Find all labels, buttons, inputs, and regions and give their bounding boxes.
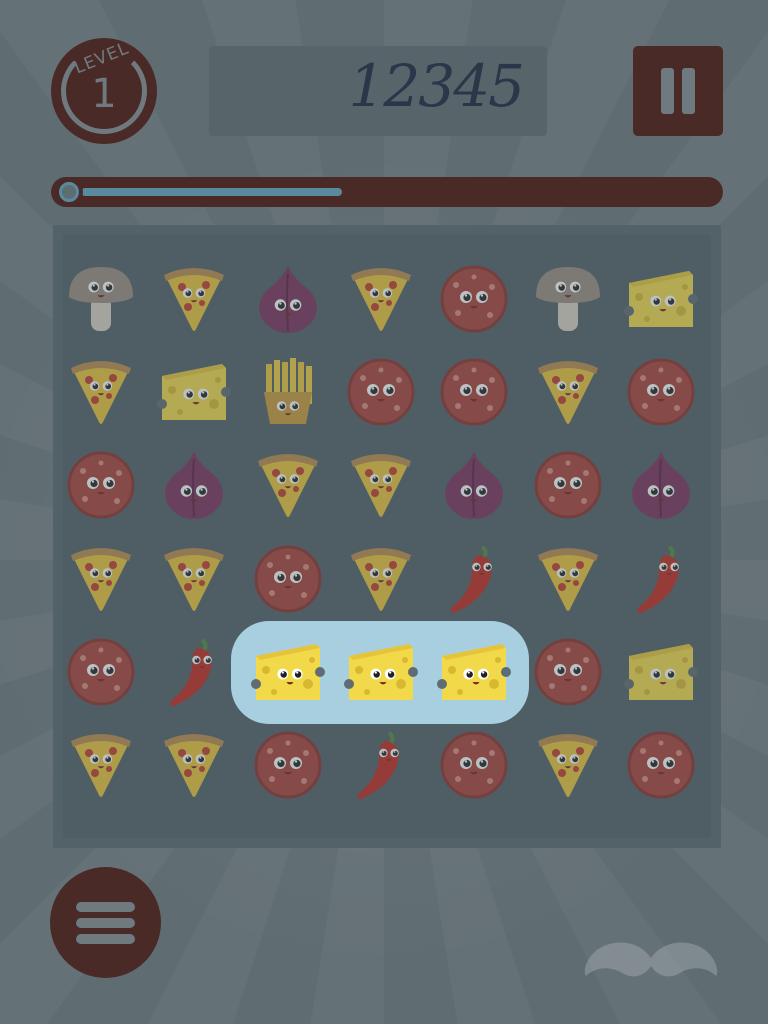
salami-tile[interactable] — [241, 532, 334, 625]
chili-tile[interactable] — [427, 532, 520, 625]
mushroom-tile[interactable] — [521, 252, 614, 345]
salami-tile[interactable] — [614, 718, 707, 811]
salami-icon — [534, 638, 601, 705]
salami-tile[interactable] — [427, 252, 520, 345]
cheese-tile[interactable] — [241, 625, 334, 718]
pizza-icon — [70, 547, 131, 611]
mushroom-icon — [68, 266, 133, 331]
pizza-tile[interactable] — [521, 532, 614, 625]
pizza-tile[interactable] — [54, 718, 147, 811]
fries-tile[interactable] — [241, 345, 334, 438]
cheese-tile[interactable] — [614, 625, 707, 718]
chili-icon — [636, 544, 679, 613]
chili-tile[interactable] — [147, 625, 240, 718]
pizza-icon — [537, 360, 598, 424]
salami-icon — [627, 731, 694, 798]
pizza-icon — [350, 267, 411, 331]
pizza-icon — [350, 547, 411, 611]
salami-tile[interactable] — [427, 718, 520, 811]
salami-tile[interactable] — [427, 345, 520, 438]
progress-fill — [81, 188, 342, 196]
cheese-tile[interactable] — [614, 252, 707, 345]
score-value: 12345 — [348, 52, 525, 120]
progress-knob — [55, 178, 83, 206]
salami-tile[interactable] — [54, 625, 147, 718]
onion-tile[interactable] — [147, 438, 240, 531]
salami-icon — [440, 731, 507, 798]
pizza-tile[interactable] — [334, 532, 427, 625]
cheese-icon — [250, 643, 325, 700]
salami-icon — [67, 638, 134, 705]
chili-tile[interactable] — [334, 718, 427, 811]
pizza-icon — [70, 733, 131, 797]
cheese-tile[interactable] — [147, 345, 240, 438]
menu-button[interactable] — [50, 867, 161, 978]
salami-tile[interactable] — [521, 438, 614, 531]
onion-tile[interactable] — [241, 252, 334, 345]
salami-icon — [254, 731, 321, 798]
fries-icon — [263, 357, 312, 424]
mushroom-tile[interactable] — [54, 252, 147, 345]
pizza-icon — [537, 733, 598, 797]
onion-tile[interactable] — [614, 438, 707, 531]
salami-icon — [440, 358, 507, 425]
pizza-icon — [257, 453, 318, 517]
salami-icon — [440, 265, 507, 332]
cheese-icon — [156, 363, 231, 420]
salami-tile[interactable] — [521, 625, 614, 718]
salami-icon — [534, 451, 601, 518]
pizza-icon — [163, 267, 224, 331]
pizza-tile[interactable] — [334, 252, 427, 345]
pizza-tile[interactable] — [147, 532, 240, 625]
mushroom-icon — [535, 266, 600, 331]
onion-icon — [258, 264, 317, 333]
salami-tile[interactable] — [334, 345, 427, 438]
pizza-icon — [537, 547, 598, 611]
cheese-icon — [623, 643, 698, 700]
score-panel: 12345 — [209, 46, 547, 136]
pizza-tile[interactable] — [241, 438, 334, 531]
salami-tile[interactable] — [241, 718, 334, 811]
onion-icon — [631, 450, 690, 519]
cheese-tile[interactable] — [427, 625, 520, 718]
level-number: 1 — [91, 71, 117, 117]
salami-icon — [67, 451, 134, 518]
salami-icon — [347, 358, 414, 425]
cheese-icon — [436, 643, 511, 700]
level-progress-bar — [51, 177, 723, 207]
chili-icon — [356, 730, 399, 799]
cheese-icon — [623, 270, 698, 327]
level-badge: LEVEL 1 — [51, 38, 157, 144]
pause-button[interactable] — [633, 46, 723, 136]
mustache-icon — [584, 942, 718, 977]
pizza-tile[interactable] — [521, 718, 614, 811]
salami-tile[interactable] — [614, 345, 707, 438]
pizza-icon — [163, 547, 224, 611]
salami-icon — [627, 358, 694, 425]
chili-tile[interactable] — [614, 532, 707, 625]
pizza-tile[interactable] — [334, 438, 427, 531]
pizza-icon — [70, 360, 131, 424]
chili-icon — [449, 544, 492, 613]
onion-icon — [444, 450, 503, 519]
salami-tile[interactable] — [54, 438, 147, 531]
pizza-icon — [350, 453, 411, 517]
pizza-tile[interactable] — [54, 532, 147, 625]
salami-icon — [254, 545, 321, 612]
chili-icon — [169, 637, 212, 706]
pizza-tile[interactable] — [147, 718, 240, 811]
cheese-tile[interactable] — [334, 625, 427, 718]
pizza-tile[interactable] — [521, 345, 614, 438]
onion-tile[interactable] — [427, 438, 520, 531]
pizza-tile[interactable] — [54, 345, 147, 438]
pizza-tile[interactable] — [147, 252, 240, 345]
cheese-icon — [343, 643, 418, 700]
onion-icon — [164, 450, 223, 519]
pizza-icon — [163, 733, 224, 797]
